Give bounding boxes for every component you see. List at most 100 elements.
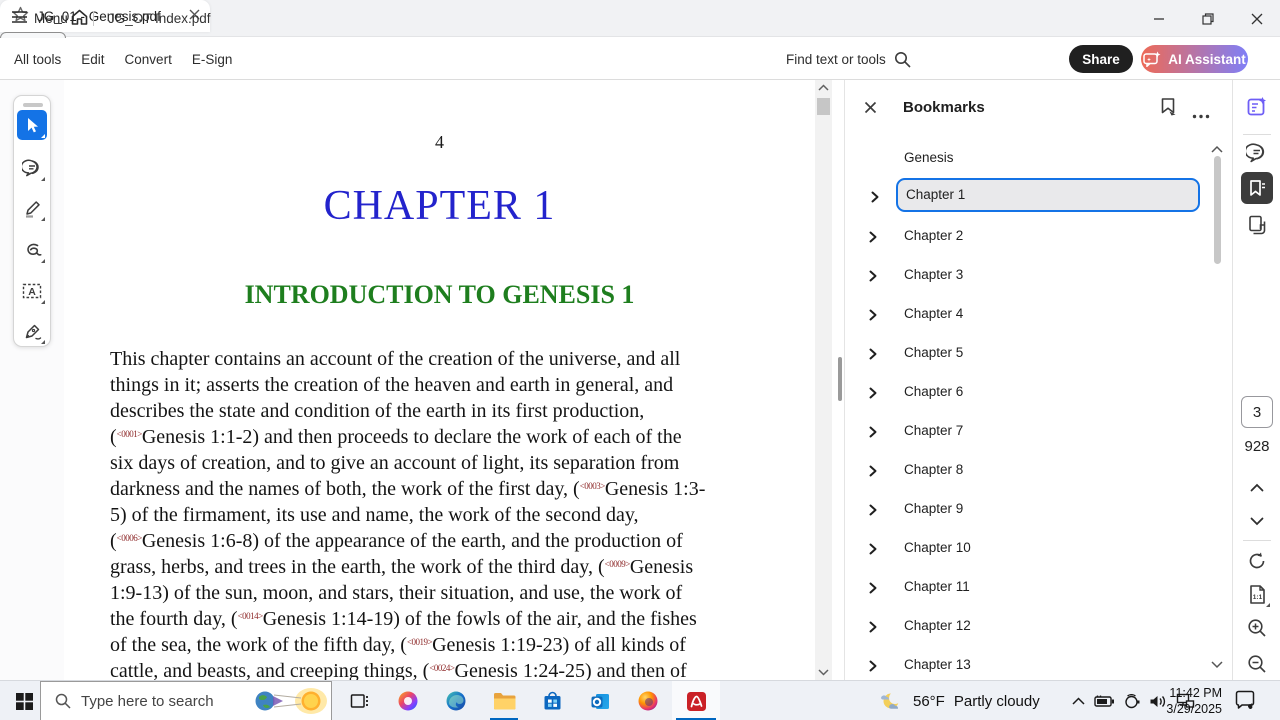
previous-page-button[interactable]	[1246, 476, 1268, 498]
text-segment: six days of creation, and to give an acc…	[110, 452, 679, 474]
scrollbar-thumb[interactable]	[817, 98, 830, 115]
bookmark-expand-chevron[interactable]	[867, 230, 879, 248]
bookmark-item[interactable]: Chapter 12	[845, 612, 1205, 642]
menu-label: Menu	[34, 11, 68, 26]
document-text-line: darkness and the names of both, the work…	[110, 478, 705, 501]
panel-scroll-down-icon[interactable]	[1211, 656, 1223, 674]
scripture-ref-link[interactable]: 0019	[407, 637, 432, 647]
right-rail: 3 928 1:1	[1232, 80, 1280, 680]
edge-button[interactable]	[432, 681, 480, 720]
bookmark-expand-chevron[interactable]	[867, 269, 879, 287]
bookmark-expand-chevron[interactable]	[867, 464, 879, 482]
bookmark-item[interactable]: Chapter 4	[845, 300, 1205, 330]
bookmark-item[interactable]: Chapter 9	[845, 495, 1205, 525]
current-page-input[interactable]: 3	[1241, 396, 1273, 428]
bookmark-expand-chevron[interactable]	[867, 347, 879, 365]
bookmark-item[interactable]: Chapter 7	[845, 417, 1205, 447]
taskbar-clock[interactable]: 11:42 PM 3/29/2025	[1158, 685, 1222, 717]
bookmark-expand-chevron[interactable]	[867, 386, 879, 404]
bookmarks-panel-button[interactable]	[1241, 172, 1273, 204]
menu-button[interactable]: Menu	[12, 0, 68, 37]
menu-esign[interactable]: E-Sign	[192, 52, 233, 67]
microsoft-store-button[interactable]	[528, 681, 576, 720]
close-window-button[interactable]	[1242, 0, 1272, 37]
date-label: 3/29/2025	[1158, 701, 1222, 717]
bookmark-item[interactable]: Chapter 3	[845, 261, 1205, 291]
bookmark-item[interactable]: Chapter 8	[845, 456, 1205, 486]
document-scrollbar[interactable]	[815, 80, 832, 680]
bookmark-expand-chevron[interactable]	[869, 190, 881, 208]
minimize-button[interactable]	[1144, 0, 1174, 37]
tray-device-icon[interactable]	[1124, 694, 1140, 709]
select-tool-button[interactable]	[17, 110, 47, 140]
zoom-in-button[interactable]	[1246, 617, 1268, 639]
bookmark-item[interactable]: Chapter 11	[845, 573, 1205, 603]
find-text-button[interactable]: Find text or tools	[786, 38, 911, 80]
file-explorer-button[interactable]	[480, 681, 528, 720]
scripture-ref-link[interactable]: 0006	[117, 533, 142, 543]
firefox-button[interactable]	[624, 681, 672, 720]
menu-convert[interactable]: Convert	[125, 52, 172, 67]
add-text-tool-button[interactable]: A	[17, 276, 47, 306]
taskbar-search-input[interactable]: Type here to search	[40, 681, 332, 720]
weather-description[interactable]: Partly cloudy	[954, 693, 1040, 710]
scripture-ref-link[interactable]: 0003	[580, 481, 605, 491]
next-page-button[interactable]	[1246, 510, 1268, 532]
document-text-line: (0006Genesis 1:6-8) of the appearance of…	[110, 530, 683, 553]
bookmark-item[interactable]: Chapter 6	[845, 378, 1205, 408]
bookmark-expand-chevron[interactable]	[867, 308, 879, 326]
bookmark-expand-chevron[interactable]	[867, 659, 879, 677]
content-area: A 4 CHAPTER 1 INTRODUCTION TO GENESIS 1 …	[0, 80, 1280, 680]
bookmark-expand-chevron[interactable]	[867, 425, 879, 443]
fill-sign-tool-button[interactable]	[17, 316, 47, 346]
bookmark-item[interactable]: Chapter 10	[845, 534, 1205, 564]
add-bookmark-icon[interactable]	[1159, 97, 1178, 123]
outlook-button[interactable]	[576, 681, 624, 720]
bookmark-item[interactable]: Chapter 5	[845, 339, 1205, 369]
menu-edit[interactable]: Edit	[81, 52, 104, 67]
bookmark-item[interactable]: Chapter 13	[845, 651, 1205, 680]
battery-icon[interactable]	[1094, 694, 1115, 708]
page-thumbnails-button[interactable]	[1246, 214, 1268, 236]
menu-all-tools[interactable]: All tools	[14, 52, 61, 67]
search-icon	[55, 693, 71, 709]
palette-drag-handle[interactable]	[23, 103, 43, 107]
bookmark-item[interactable]: Chapter 1	[896, 178, 1200, 212]
scripture-ref-link[interactable]: 0009	[605, 559, 630, 569]
ai-assistant-button[interactable]: AI Assistant	[1141, 45, 1248, 73]
panel-scrollbar-thumb[interactable]	[1214, 156, 1221, 264]
page-display-button[interactable]: 1:1	[1246, 583, 1268, 605]
acrobat-button[interactable]	[672, 681, 720, 720]
bookmark-expand-chevron[interactable]	[867, 581, 879, 599]
share-button[interactable]: Share	[1069, 45, 1133, 73]
bookmark-expand-chevron[interactable]	[867, 503, 879, 521]
bookmark-item[interactable]: Chapter 2	[845, 222, 1205, 252]
close-panel-icon[interactable]	[864, 101, 877, 119]
scripture-ref-link[interactable]: 0024	[429, 663, 454, 673]
bookmark-expand-chevron[interactable]	[867, 620, 879, 638]
tab-jg-ot-index[interactable]: JG_OT Index.pdf	[108, 0, 308, 37]
rotate-refresh-button[interactable]	[1246, 550, 1268, 572]
bookmark-item[interactable]: Genesis	[845, 144, 1205, 174]
zoom-out-button[interactable]	[1246, 653, 1268, 675]
scripture-ref-link[interactable]: 0014	[238, 611, 263, 621]
home-button[interactable]	[70, 0, 89, 37]
document-text-line: cattle, and beasts, and creeping things,…	[110, 660, 687, 680]
highlight-tool-button[interactable]	[17, 193, 47, 223]
bookmark-expand-chevron[interactable]	[867, 542, 879, 560]
panel-resize-handle[interactable]	[838, 357, 842, 401]
weather-temperature[interactable]: 56°F	[913, 693, 945, 710]
text-segment: Genesis 1:3-	[605, 478, 706, 500]
scripture-ref-link[interactable]: 0001	[117, 429, 142, 439]
restore-button[interactable]	[1193, 0, 1223, 37]
bookmark-label: Chapter 13	[904, 657, 971, 672]
options-ellipsis-icon[interactable]	[1192, 106, 1210, 124]
copilot-button[interactable]	[384, 681, 432, 720]
task-view-button[interactable]	[336, 681, 384, 720]
action-center-button[interactable]	[1234, 689, 1256, 716]
comments-panel-button[interactable]	[1246, 142, 1268, 164]
tray-expand-chevron-icon[interactable]	[1072, 697, 1085, 705]
ai-assistant-panel-button[interactable]	[1246, 96, 1268, 118]
comment-tool-button[interactable]	[17, 153, 47, 183]
draw-tool-button[interactable]	[17, 235, 47, 265]
